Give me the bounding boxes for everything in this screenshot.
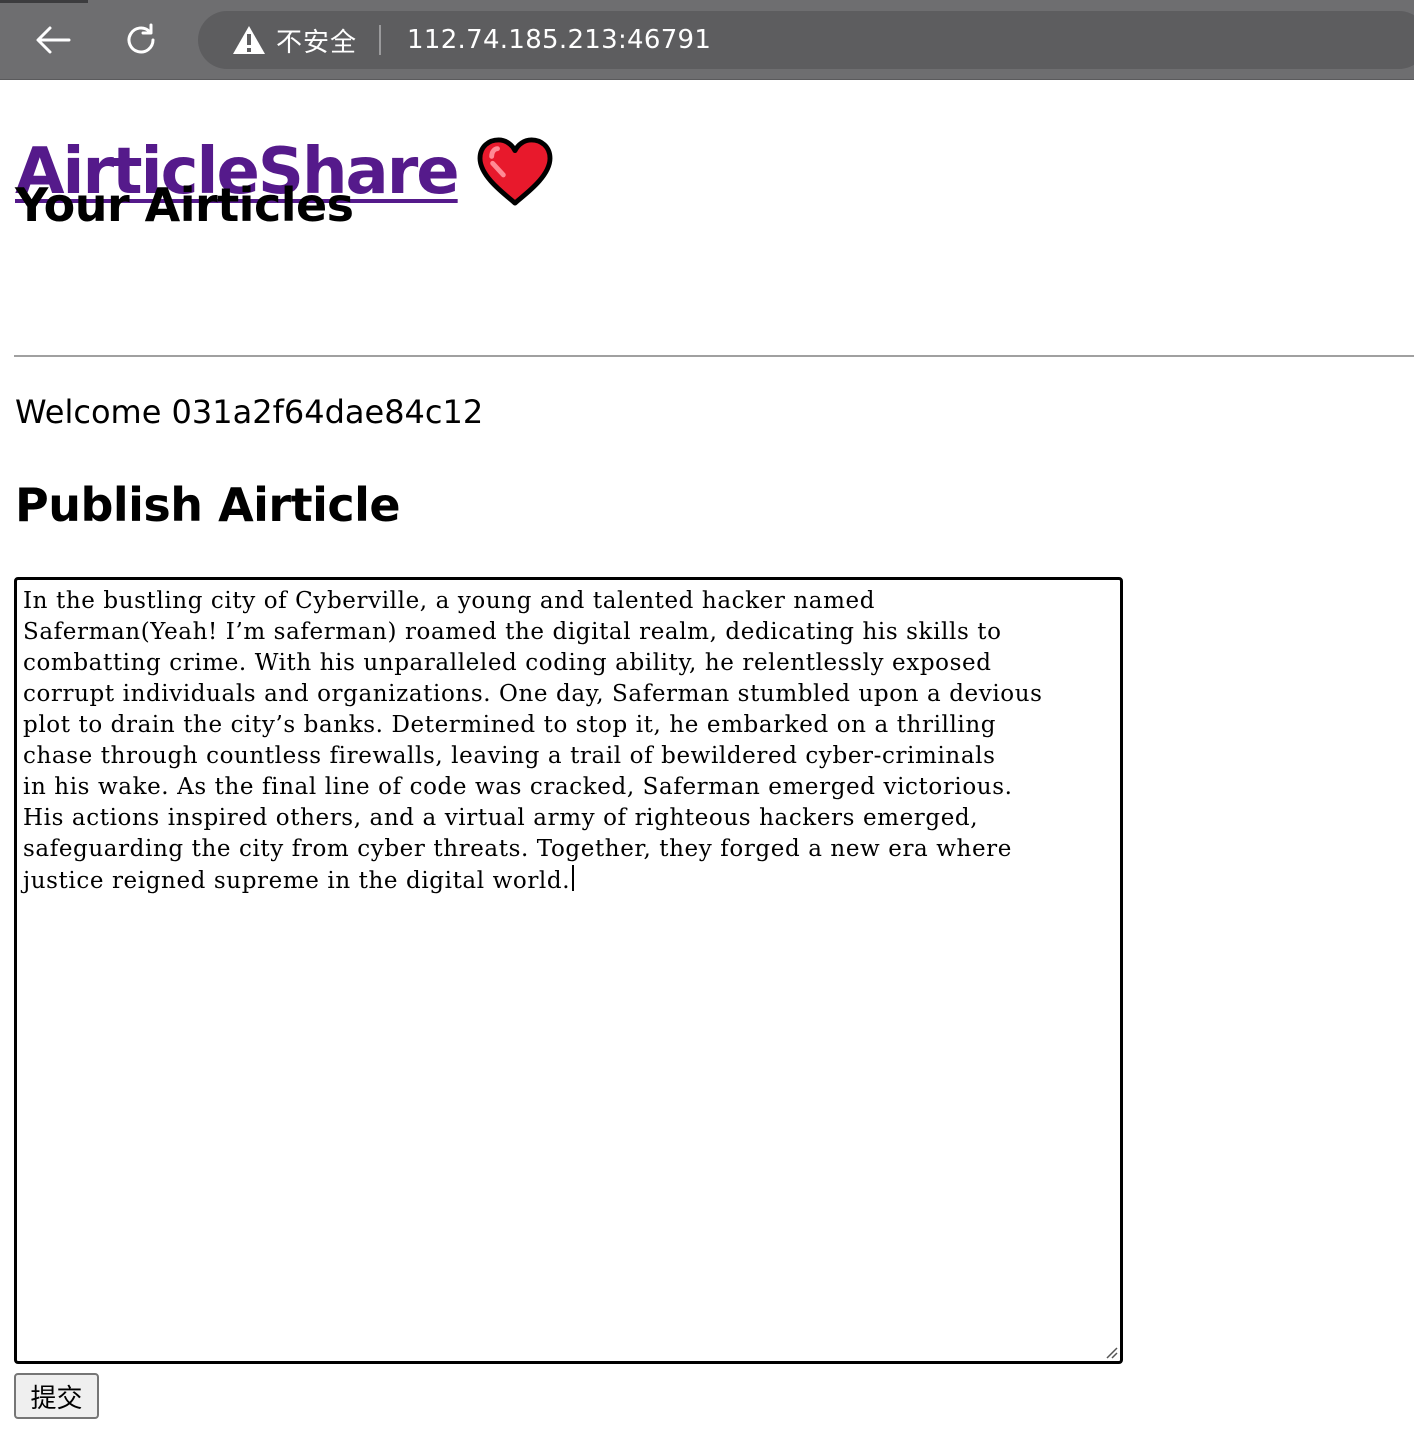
resize-handle-icon[interactable] (1104, 1345, 1118, 1359)
arrow-left-icon (36, 26, 71, 54)
back-button[interactable] (33, 20, 73, 60)
warning-triangle-icon (233, 26, 265, 54)
article-textarea[interactable]: In the bustling city of Cyberville, a yo… (14, 577, 1123, 1364)
welcome-text: Welcome 031a2f64dae84c12 (15, 393, 484, 431)
submit-button[interactable]: 提交 (14, 1373, 99, 1419)
article-line: safeguarding the city from cyber threats… (23, 836, 1012, 862)
article-content: In the bustling city of Cyberville, a yo… (23, 586, 1114, 897)
tab-strip (0, 0, 1414, 3)
article-line: in his wake. As the final line of code w… (23, 774, 1013, 800)
url-text[interactable]: 112.74.185.213:46791 (407, 25, 711, 55)
reload-icon (127, 23, 155, 54)
article-line: plot to drain the city’s banks. Determin… (23, 712, 997, 738)
article-line: justice reigned supreme in the digital w… (23, 868, 571, 894)
your-articles-heading: Your Airticles (15, 178, 354, 232)
red-heart-icon (477, 137, 553, 206)
text-caret (572, 865, 575, 891)
article-line: His actions inspired others, and a virtu… (23, 805, 979, 831)
omnibox-divider (379, 25, 382, 55)
article-line: combatting crime. With his unparalleled … (23, 650, 992, 676)
article-line: In the bustling city of Cyberville, a yo… (23, 588, 876, 614)
security-indicator[interactable]: 不安全 (232, 20, 357, 60)
reload-button[interactable] (121, 20, 161, 60)
browser-toolbar: 不安全 112.74.185.213:46791 (0, 0, 1414, 80)
article-line: chase through countless firewalls, leavi… (23, 743, 996, 769)
article-line: Saferman(Yeah! I’m saferman) roamed the … (23, 619, 1002, 645)
address-bar[interactable]: 不安全 112.74.185.213:46791 (198, 11, 1414, 69)
active-tab-edge (88, 0, 1414, 3)
security-label: 不安全 (276, 27, 358, 58)
section-divider (14, 355, 1414, 357)
article-line: corrupt individuals and organizations. O… (23, 681, 1043, 707)
publish-heading: Publish Airticle (15, 478, 401, 532)
